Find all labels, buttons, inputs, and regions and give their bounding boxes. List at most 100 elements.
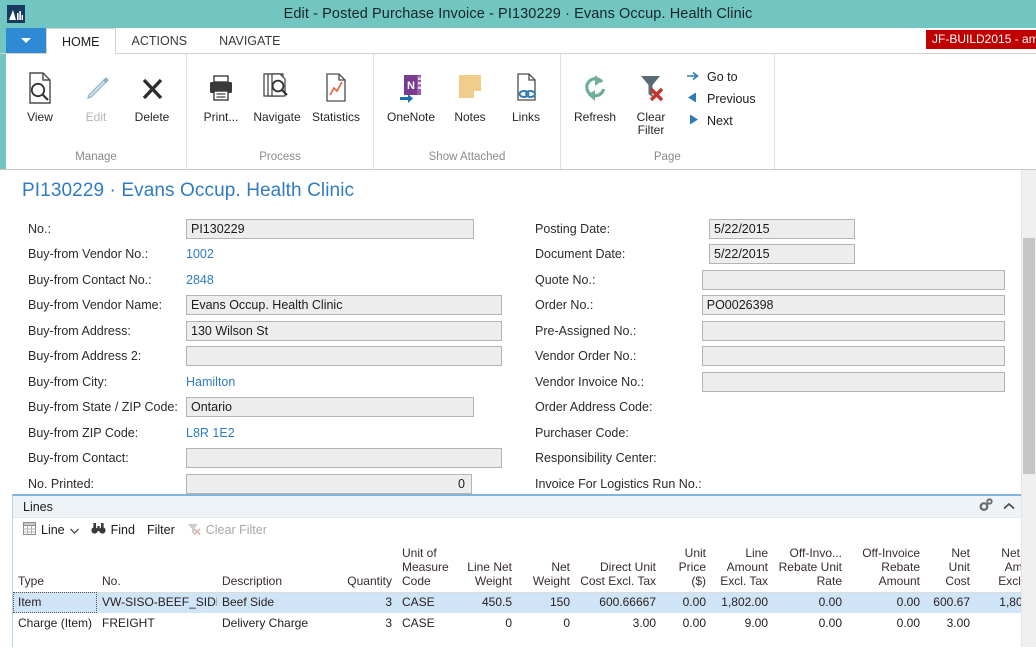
lines-find-button[interactable]: Find bbox=[89, 519, 145, 541]
lines-clear-filter-button[interactable]: Clear Filter bbox=[185, 519, 277, 541]
table-cell[interactable]: Beef Side bbox=[217, 592, 335, 613]
table-cell[interactable]: 150 bbox=[517, 592, 575, 613]
column-header[interactable]: Net Weight bbox=[517, 542, 575, 592]
next-link[interactable]: Next bbox=[685, 110, 758, 132]
previous-link[interactable]: Previous bbox=[685, 88, 758, 110]
scrollbar-thumb[interactable] bbox=[1023, 238, 1035, 474]
column-header[interactable]: Direct Unit Cost Excl. Tax bbox=[575, 542, 661, 592]
left-field-link[interactable]: 2848 bbox=[186, 273, 214, 287]
page-vertical-scrollbar[interactable] bbox=[1021, 170, 1036, 653]
column-header[interactable]: Net Unit Cost bbox=[925, 542, 975, 592]
table-cell[interactable]: 0 bbox=[457, 613, 517, 634]
table-cell[interactable]: 0.00 bbox=[661, 613, 711, 634]
left-field-link[interactable]: 1002 bbox=[186, 247, 214, 261]
table-cell[interactable]: 0 bbox=[517, 613, 575, 634]
table-cell[interactable]: FREIGHT bbox=[97, 613, 217, 634]
print-button[interactable]: Print... bbox=[193, 60, 249, 124]
tab-actions[interactable]: ACTIONS bbox=[116, 28, 204, 53]
arrow-right-icon bbox=[687, 70, 700, 84]
table-cell[interactable]: 0.00 bbox=[847, 613, 925, 634]
chevron-down-icon bbox=[70, 523, 79, 537]
table-cell[interactable]: 3 bbox=[335, 592, 397, 613]
tab-home[interactable]: HOME bbox=[46, 28, 116, 54]
left-field-row: No. Printed:0 bbox=[28, 471, 508, 497]
lines-line-menu[interactable]: Line bbox=[21, 519, 89, 541]
onenote-button[interactable]: N OneNote bbox=[380, 60, 442, 124]
clear-filter-button[interactable]: Clear Filter bbox=[623, 60, 679, 137]
left-field-input[interactable]: Ontario bbox=[186, 397, 474, 417]
left-field-input[interactable]: Evans Occup. Health Clinic bbox=[186, 295, 502, 315]
tab-navigate[interactable]: NAVIGATE bbox=[203, 28, 296, 53]
navigate-button[interactable]: Navigate bbox=[249, 60, 305, 124]
column-header[interactable]: Off-Invo... Rebate Unit Rate bbox=[773, 542, 847, 592]
column-header[interactable]: Description bbox=[217, 542, 335, 592]
table-cell[interactable]: 0.00 bbox=[773, 613, 847, 634]
right-field-input[interactable] bbox=[702, 346, 1005, 366]
table-cell[interactable]: Charge (Item) bbox=[13, 613, 97, 634]
ribbon-group-page-label: Page bbox=[561, 151, 774, 167]
left-field-link[interactable]: L8R 1E2 bbox=[186, 426, 235, 440]
tab-navigate-label: NAVIGATE bbox=[219, 34, 280, 48]
links-button[interactable]: Links bbox=[498, 60, 554, 124]
column-header[interactable]: Quantity bbox=[335, 542, 397, 592]
right-field-input[interactable]: PO0026398 bbox=[702, 295, 1005, 315]
statistics-button[interactable]: Statistics bbox=[305, 60, 367, 124]
left-field-input[interactable]: PI130229 bbox=[186, 219, 474, 239]
table-cell[interactable]: 600.66667 bbox=[575, 592, 661, 613]
view-button[interactable]: View bbox=[12, 60, 68, 124]
right-field-input[interactable] bbox=[702, 270, 1005, 290]
lines-filter-button[interactable]: Filter bbox=[145, 519, 185, 541]
table-cell[interactable]: 450.5 bbox=[457, 592, 517, 613]
table-cell[interactable]: 3 bbox=[335, 613, 397, 634]
edit-button[interactable]: Edit bbox=[68, 60, 124, 124]
right-field-input[interactable] bbox=[702, 321, 1005, 341]
table-cell[interactable]: VW-SISO-BEEF_SIDE bbox=[97, 592, 217, 613]
column-header[interactable]: Line Amount Excl. Tax bbox=[711, 542, 773, 592]
title-bar: Edit - Posted Purchase Invoice - PI13022… bbox=[0, 0, 1036, 28]
right-field-label: Purchaser Code: bbox=[535, 426, 709, 440]
delete-button[interactable]: Delete bbox=[124, 60, 180, 124]
column-header[interactable]: No. bbox=[97, 542, 217, 592]
column-header[interactable]: Unit Price ($) bbox=[661, 542, 711, 592]
table-cell[interactable]: 3.00 bbox=[925, 613, 975, 634]
left-field-row: Buy-from ZIP Code:L8R 1E2 bbox=[28, 420, 508, 446]
left-field-link[interactable]: Hamilton bbox=[186, 375, 235, 389]
refresh-button[interactable]: Refresh bbox=[567, 60, 623, 124]
column-header[interactable]: Type bbox=[13, 542, 97, 592]
table-cell[interactable]: 0.00 bbox=[773, 592, 847, 613]
chevron-up-icon[interactable] bbox=[1003, 500, 1015, 514]
right-field-input[interactable]: 5/22/2015 bbox=[709, 244, 855, 264]
table-row[interactable]: ItemVW-SISO-BEEF_SIDEBeef Side3CASE450.5… bbox=[13, 592, 1036, 613]
left-field-row: Buy-from Vendor No.:1002 bbox=[28, 242, 508, 268]
column-header[interactable]: Off-Invoice Rebate Amount bbox=[847, 542, 925, 592]
table-cell[interactable]: CASE bbox=[397, 592, 457, 613]
table-row[interactable]: Charge (Item)FREIGHTDelivery Charge3CASE… bbox=[13, 613, 1036, 634]
right-field-label: Quote No.: bbox=[535, 273, 702, 287]
application-menu-button[interactable] bbox=[6, 28, 46, 53]
table-cell[interactable]: 3.00 bbox=[575, 613, 661, 634]
lines-toolbar: Line Find bbox=[13, 518, 1021, 542]
table-cell[interactable]: CASE bbox=[397, 613, 457, 634]
gears-configure-icon[interactable] bbox=[978, 498, 994, 515]
left-field-row: No.:PI130229 bbox=[28, 216, 508, 242]
table-cell[interactable]: 600.67 bbox=[925, 592, 975, 613]
left-field-input[interactable] bbox=[186, 448, 502, 468]
right-field-input[interactable] bbox=[702, 372, 1005, 392]
go-to-link[interactable]: Go to bbox=[685, 66, 758, 88]
table-cell[interactable]: 0.00 bbox=[661, 592, 711, 613]
table-cell[interactable]: 1,802.00 bbox=[711, 592, 773, 613]
right-field-label: Order No.: bbox=[535, 298, 702, 312]
table-cell[interactable]: 9.00 bbox=[711, 613, 773, 634]
page-content: PI130229 · Evans Occup. Health Clinic No… bbox=[0, 170, 1036, 653]
column-header[interactable]: Unit of Measure Code bbox=[397, 542, 457, 592]
table-cell[interactable]: Item bbox=[13, 592, 97, 613]
table-cell[interactable]: Delivery Charge bbox=[217, 613, 335, 634]
left-field-input[interactable]: 130 Wilson St bbox=[186, 321, 502, 341]
notes-button[interactable]: Notes bbox=[442, 60, 498, 124]
table-cell[interactable]: 0.00 bbox=[847, 592, 925, 613]
right-field-label: Responsibility Center: bbox=[535, 451, 709, 465]
column-header[interactable]: Line Net Weight bbox=[457, 542, 517, 592]
left-field-input[interactable]: 0 bbox=[186, 474, 472, 494]
right-field-input[interactable]: 5/22/2015 bbox=[709, 219, 855, 239]
left-field-input[interactable] bbox=[186, 346, 502, 366]
